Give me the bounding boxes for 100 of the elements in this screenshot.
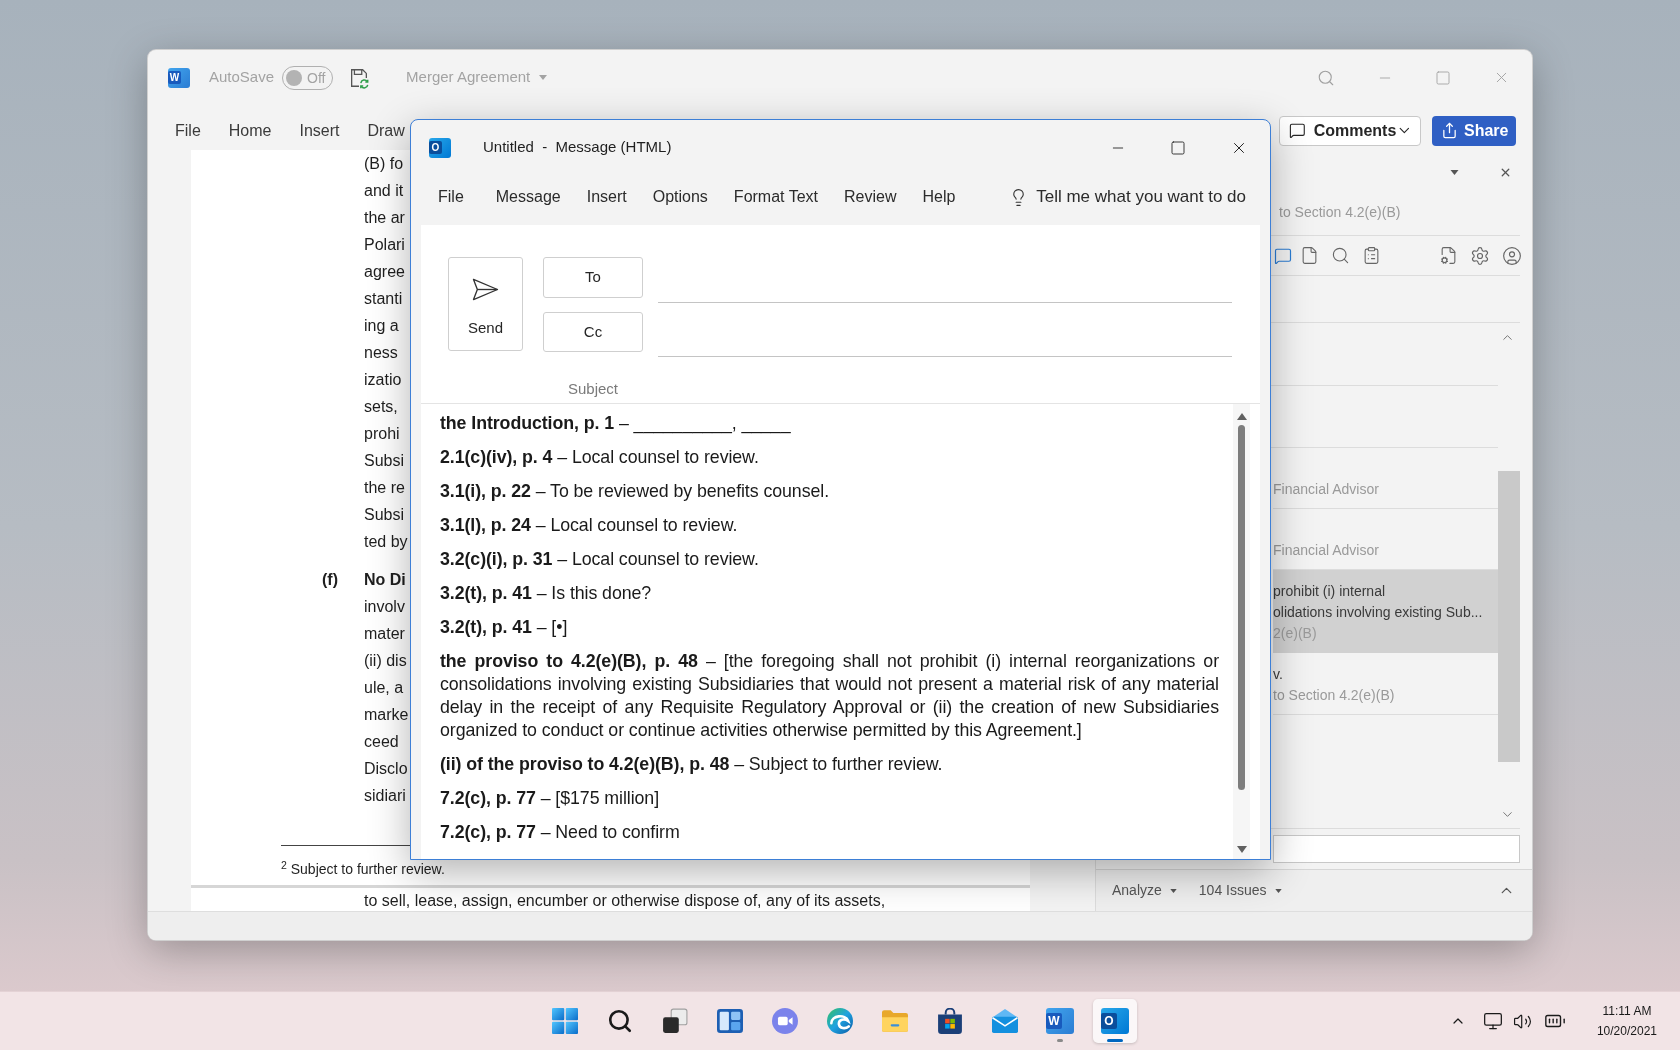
document-text-line: to sell, lease, assign, encumber or otherwise dispose of, any of its assets, [364, 892, 886, 910]
item-location: Financial Advisor [1273, 480, 1379, 499]
clipboard-icon[interactable] [1362, 246, 1381, 265]
app-logo: O [429, 137, 451, 158]
document-gear-icon[interactable] [1439, 246, 1458, 265]
ribbon-tab[interactable]: Home [228, 118, 272, 143]
document-text-line: prohi [364, 424, 400, 444]
body-paragraph: 3.1(i), p. 22 – To be reviewed by benefits counsel. [440, 480, 830, 503]
video-chat-icon [772, 1008, 798, 1034]
document-text-line: (ii) dis [364, 651, 407, 671]
document-text-line: Disclo [364, 759, 408, 779]
window-panes-icon [717, 1009, 743, 1033]
item-text: prohibit (i) internal [1273, 582, 1386, 601]
dropdown-caret-icon[interactable] [1450, 169, 1459, 175]
window-title: Untitled - Message (HTML) [483, 137, 672, 158]
comment-icon [1289, 122, 1306, 139]
page-icon[interactable] [1300, 246, 1319, 265]
menu-tab[interactable]: Options [652, 185, 708, 209]
document-text-line: mater [364, 624, 405, 644]
taskbar-button[interactable]: O [1093, 999, 1137, 1043]
menu-tab[interactable]: Help [922, 185, 956, 209]
issues-button[interactable]: 104 Issues [1198, 880, 1282, 901]
document-text-line: and it [364, 181, 404, 201]
comments-button[interactable]: Comments [1279, 115, 1421, 146]
subsection-heading: No Di [364, 570, 406, 590]
document-text-line: sets, [364, 397, 398, 417]
footnote: $^{2}$ Subject to further review. [281, 860, 445, 878]
comment-icon[interactable] [1274, 246, 1292, 265]
overlapping-squares-icon [662, 1008, 688, 1034]
menu-tab[interactable]: Review [844, 185, 897, 209]
menu-tab[interactable]: Message [495, 185, 561, 209]
pane-subtitle: to Section 4.2(e)(B) [1279, 203, 1401, 222]
monitor-icon[interactable] [1482, 1011, 1503, 1031]
menu-tab[interactable]: Insert [586, 185, 627, 209]
folder-icon [882, 1010, 908, 1032]
body-paragraph: 3.2(t), p. 41 – [•] [440, 616, 569, 639]
settings-icon[interactable] [1470, 245, 1490, 266]
document-text-line: the re [364, 478, 405, 498]
clock-time[interactable]: 11:11 AM [1602, 1001, 1652, 1021]
subject-label: Subject [568, 379, 619, 399]
document-text-line: involv [364, 597, 405, 617]
scrollbar-thumb[interactable] [1238, 425, 1245, 790]
swirl-icon [827, 1008, 853, 1034]
maximize-icon[interactable] [1170, 139, 1186, 156]
input-field[interactable] [1273, 835, 1520, 863]
search-icon [607, 1008, 633, 1034]
document-text-line: marke [364, 705, 409, 725]
analyze-button[interactable]: Analyze [1112, 880, 1177, 901]
caret-icon [539, 75, 548, 80]
send-button[interactable]: Send [448, 257, 523, 351]
document-text-line: stanti [364, 289, 403, 309]
clock-date[interactable]: 10/20/2021 [1596, 1021, 1657, 1041]
tell-me-search[interactable]: Tell me what you want to do [1036, 184, 1246, 210]
app-logo: O [1101, 1008, 1129, 1034]
document-text-line: the ar [364, 208, 405, 228]
document-text-line: ing a [364, 316, 399, 336]
taskbar-button[interactable]: W [1038, 999, 1082, 1043]
document-text-line: (B) fo [364, 154, 404, 174]
user-icon[interactable] [1502, 245, 1522, 266]
body-paragraph: 7.2(c), p. 77 – [$175 million] [440, 787, 660, 810]
scrollbar-thumb[interactable] [1498, 471, 1520, 762]
document-text-line: izatio [364, 370, 402, 390]
cc-button[interactable]: Cc [543, 312, 643, 352]
app-logo: W [1046, 1008, 1074, 1034]
shopping-bag-icon [937, 1008, 963, 1034]
body-paragraph: (ii) of the proviso to 4.2(e)(B), p. 48 – Subject to further review. [440, 753, 944, 776]
item-text: v. [1273, 665, 1283, 684]
ribbon-tab[interactable]: File [175, 118, 201, 143]
document-text-line: Subsi [364, 451, 405, 471]
subsection-number: (f) [322, 570, 338, 590]
caret-icon [1169, 888, 1177, 893]
document-text-line: Subsi [364, 505, 405, 525]
app-logo: W [168, 67, 190, 88]
four-squares-icon [552, 1008, 578, 1034]
toggle-knob-icon [286, 69, 303, 86]
ribbon-tab[interactable]: Insert [299, 118, 340, 143]
body-paragraph: 2.1(c)(iv), p. 4 – Local counsel to review. [440, 446, 760, 469]
autosave-label: AutoSave [209, 67, 275, 88]
menu-tab[interactable]: File [438, 185, 464, 209]
menu-tab[interactable]: Format Text [733, 185, 819, 209]
document-text-line: ceed [364, 732, 399, 752]
to-button[interactable]: To [543, 257, 643, 298]
search-icon[interactable] [1331, 246, 1350, 265]
item-location: Financial Advisor [1273, 541, 1379, 560]
body-paragraph: 3.2(t), p. 41 – Is this done? [440, 582, 653, 605]
document-text-line: agree [364, 262, 405, 282]
save-sync-icon[interactable] [348, 66, 371, 89]
share-button[interactable]: Share [1432, 115, 1516, 146]
ribbon-tab[interactable]: Draw [367, 118, 405, 143]
item-location: to Section 4.2(e)(B) [1273, 686, 1395, 705]
item-text: olidations involving existing Sub... [1273, 603, 1483, 622]
body-paragraph: 3.1(l), p. 24 – Local counsel to review. [440, 514, 739, 537]
envelope-icon [992, 1009, 1018, 1033]
body-paragraph: 3.2(c)(i), p. 31 – Local counsel to review. [440, 548, 760, 571]
document-text-line: ness [364, 343, 398, 363]
send-icon [472, 278, 499, 301]
scroll-up-icon[interactable] [1236, 413, 1247, 420]
scroll-down-icon[interactable] [1236, 846, 1247, 853]
document-text-line: Polari [364, 235, 405, 255]
document-text-line: ted by [364, 532, 408, 552]
